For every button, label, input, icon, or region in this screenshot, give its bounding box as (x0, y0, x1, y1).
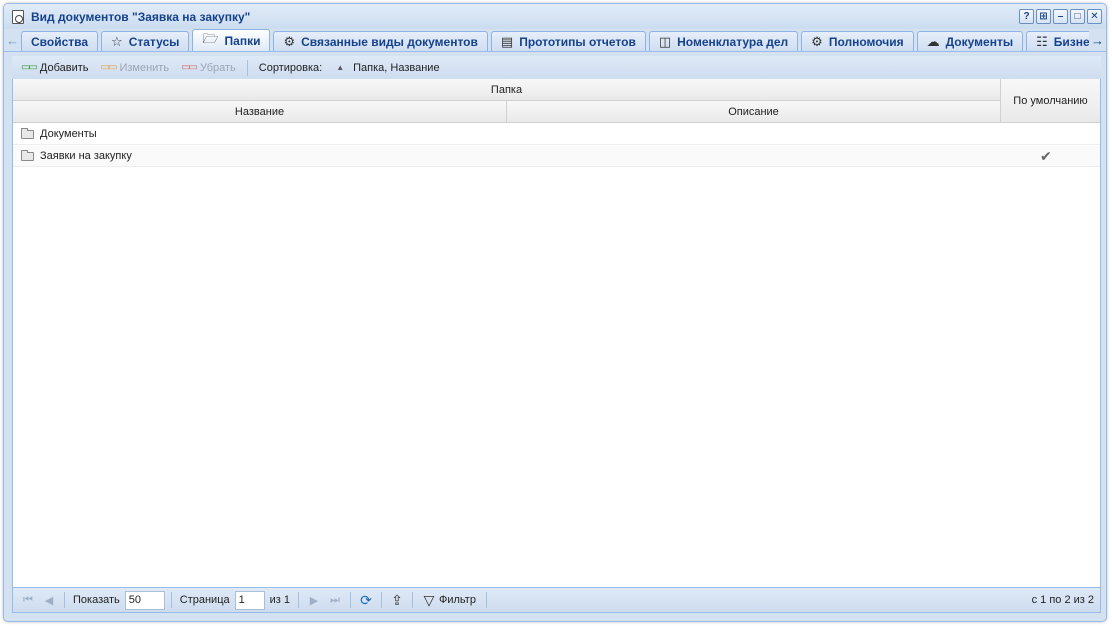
sort-label: Сортировка: (258, 61, 323, 74)
user-key-icon: ⚙ (811, 33, 823, 49)
sort-value: Папка, Название (353, 61, 440, 74)
header-description[interactable]: Описание (507, 101, 1001, 123)
page-count: из 1 (269, 594, 290, 606)
add-button[interactable]: ▭▭ Добавить (17, 62, 93, 74)
pin-button[interactable]: ⊞ (1036, 9, 1051, 24)
tab-bar: ← Свойства ☆ Статусы 🗁 Папки ⚙ Связанные… (4, 29, 1106, 52)
next-page-icon[interactable]: ▶ (305, 591, 323, 609)
filter-label: Фильтр (439, 594, 476, 606)
org-chart-icon: ☷ (1036, 33, 1048, 49)
star-icon: ☆ (111, 33, 123, 49)
edit-button[interactable]: ▭▭ Изменить (97, 62, 174, 74)
report-icon: ▤ (500, 33, 514, 49)
page-label: Страница (179, 594, 230, 606)
row-name: Документы (40, 128, 97, 140)
minimize-button[interactable]: – (1053, 9, 1068, 24)
last-page-icon[interactable]: ⏭ (326, 591, 344, 609)
maximize-button[interactable]: □ (1070, 9, 1085, 24)
paging-toolbar: ⏮ ◀ Показать Страница из 1 ▶ ⏭ ⟳ ⇪ ▽ Фил… (12, 588, 1101, 613)
link-edit-icon: ▭▭ (100, 62, 118, 73)
toolbar-separator (246, 59, 248, 76)
tab-label: Свойства (31, 34, 89, 49)
page-size-input[interactable] (124, 590, 165, 610)
pager-separator (485, 592, 487, 608)
tab-label: Папки (224, 33, 261, 48)
folder-icon: 🗁 (202, 30, 219, 46)
first-page-icon[interactable]: ⏮ (19, 591, 37, 609)
prev-page-icon[interactable]: ◀ (40, 591, 58, 609)
refresh-icon[interactable]: ⟳ (357, 591, 375, 609)
tab-properties[interactable]: Свойства (21, 31, 99, 51)
folder-icon (21, 149, 34, 161)
pager-separator (170, 592, 172, 608)
tab-label: Номенклатура дел (677, 34, 789, 49)
header-name[interactable]: Название (13, 101, 507, 123)
tab-statuses[interactable]: ☆ Статусы (101, 31, 190, 51)
help-button[interactable]: ? (1019, 9, 1034, 24)
remove-label: Убрать (199, 61, 236, 74)
tab-documents[interactable]: ☁ Документы (916, 31, 1024, 51)
window-tools: ? ⊞ – □ ✕ (1019, 9, 1102, 24)
register-icon: ◫ (658, 33, 672, 49)
tab-scroll-right-icon[interactable]: → (1089, 29, 1106, 51)
pager-separator (350, 592, 351, 608)
pager-separator (64, 592, 65, 608)
tab-permissions[interactable]: ⚙ Полномочия (801, 31, 914, 51)
folders-toolbar: ▭▭ Добавить ▭▭ Изменить ▭▭ Убрать Сортир… (12, 56, 1101, 79)
filter-funnel-icon: ▽ (423, 591, 435, 608)
tab-report-prototypes[interactable]: ▤ Прототипы отчетов (490, 31, 646, 51)
window-titlebar[interactable]: Вид документов "Заявка на закупку" ? ⊞ –… (4, 4, 1106, 29)
remove-button[interactable]: ▭▭ Убрать (177, 62, 240, 74)
tab-label: Полномочия (828, 34, 904, 49)
window-title: Вид документов "Заявка на закупку" (31, 9, 251, 24)
folder-icon (21, 127, 34, 139)
folders-grid: Папка Название Описание По умолчанию Док… (12, 79, 1101, 588)
add-label: Добавить (39, 61, 89, 74)
tab-related-document-types[interactable]: ⚙ Связанные виды документов (273, 31, 488, 51)
link-add-icon: ▭▭ (21, 62, 38, 73)
tab-folders[interactable]: 🗁 Папки (192, 29, 271, 51)
edit-label: Изменить (119, 61, 170, 74)
show-label: Показать (73, 594, 120, 606)
pager-separator (412, 592, 413, 608)
export-icon[interactable]: ⇪ (388, 591, 406, 609)
table-row[interactable]: Документы (13, 124, 1100, 145)
pager-separator (381, 592, 382, 608)
header-default[interactable]: По умолчанию (1001, 79, 1100, 123)
page-number-input[interactable] (234, 590, 265, 610)
tab-label: Статусы (128, 34, 180, 49)
header-group-folder: Папка (13, 79, 1001, 101)
documents-cloud-icon: ☁ (926, 33, 940, 49)
tab-label: Связанные виды документов (301, 34, 478, 49)
table-row[interactable]: Заявки на закупку ✔ (13, 146, 1100, 167)
tab-business[interactable]: ☷ Бизнес- (1026, 31, 1089, 51)
tab-strip: Свойства ☆ Статусы 🗁 Папки ⚙ Связанные в… (21, 29, 1089, 51)
sort-button[interactable]: ▲ Папка, Название (332, 62, 443, 74)
tab-label: Документы (945, 34, 1014, 49)
row-name: Заявки на закупку (40, 150, 132, 162)
document-gear-icon (12, 9, 24, 24)
tab-label: Прототипы отчетов (519, 34, 636, 49)
close-button[interactable]: ✕ (1087, 9, 1102, 24)
link-remove-icon: ▭▭ (181, 62, 198, 73)
gear-document-icon: ⚙ (283, 33, 296, 49)
paging-info: с 1 по 2 из 2 (1031, 594, 1094, 606)
tab-scroll-left-icon[interactable]: ← (4, 29, 21, 51)
tab-label: Бизнес- (1053, 34, 1089, 49)
document-type-window: Вид документов "Заявка на закупку" ? ⊞ –… (3, 3, 1107, 622)
tab-case-nomenclature[interactable]: ◫ Номенклатура дел (648, 31, 799, 51)
sort-ascending-icon: ▲ (336, 63, 345, 72)
filter-button[interactable]: ▽ Фильтр (419, 591, 480, 609)
pager-separator (298, 592, 299, 608)
default-check-icon: ✔ (1040, 147, 1052, 164)
